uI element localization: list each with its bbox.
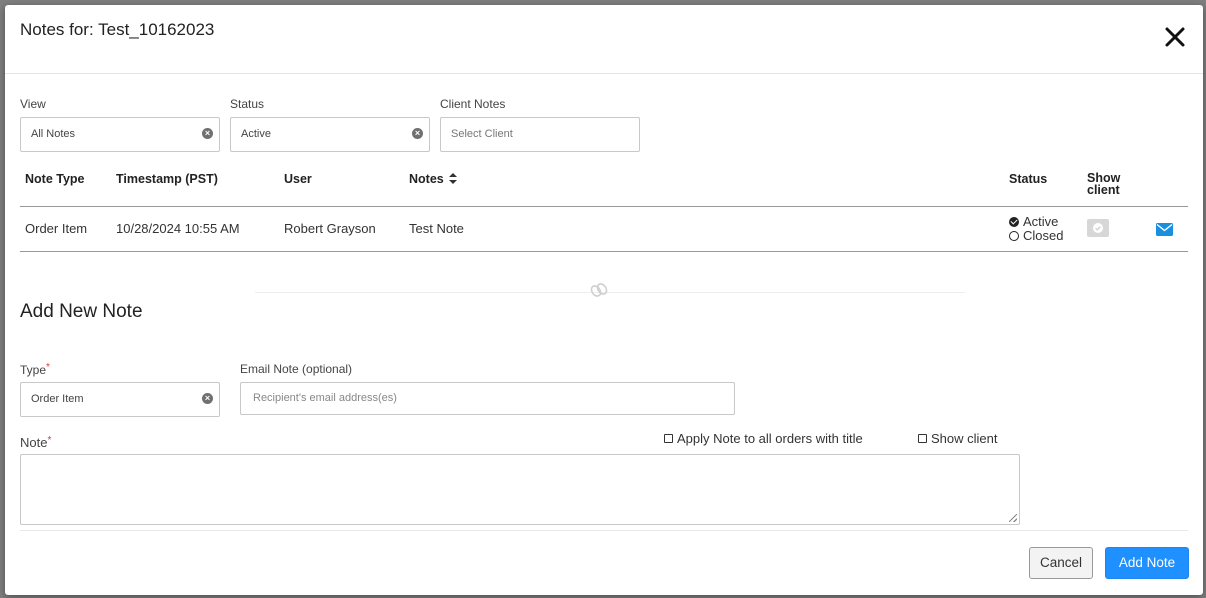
status-select[interactable]: Active × (230, 117, 430, 152)
status-option-closed-label: Closed (1023, 228, 1064, 243)
section-divider (255, 292, 965, 293)
col-show-client-line2: client (1087, 183, 1120, 197)
required-marker: * (47, 435, 52, 446)
cell-user: Robert Grayson (284, 221, 376, 236)
client-notes-label: Client Notes (440, 97, 506, 111)
radio-empty-icon (1009, 231, 1019, 241)
note-textarea[interactable] (20, 454, 1020, 525)
client-select-placeholder: Select Client (451, 128, 513, 140)
show-client-label: Show client (931, 431, 998, 446)
close-icon (1165, 27, 1185, 47)
checkbox-empty-icon (918, 434, 927, 443)
type-label-text: Type (20, 363, 47, 377)
col-user: User (284, 172, 312, 186)
type-label: Type* (20, 362, 50, 377)
status-option-active[interactable]: Active (1009, 214, 1058, 229)
table-row-divider (20, 251, 1188, 252)
col-timestamp: Timestamp (PST) (116, 172, 218, 186)
modal-title: Notes for: Test_10162023 (20, 20, 215, 39)
notes-modal: Notes for: Test_10162023 View All Notes … (5, 5, 1203, 595)
col-note-type: Note Type (25, 172, 85, 186)
show-client-toggle[interactable] (1087, 219, 1109, 237)
clear-circle-icon[interactable]: × (412, 128, 423, 139)
checkbox-empty-icon (664, 434, 673, 443)
cell-notes: Test Note (409, 221, 464, 236)
col-notes-label: Notes (409, 172, 444, 186)
note-label: Note* (20, 435, 51, 450)
resize-handle-icon[interactable] (1009, 514, 1017, 522)
show-client-checkbox[interactable]: Show client (918, 431, 997, 446)
table-header-divider (20, 206, 1188, 207)
sort-icon (449, 173, 458, 184)
status-filter-label: Status (230, 97, 265, 111)
add-note-button[interactable]: Add Note (1105, 547, 1189, 579)
status-option-active-label: Active (1023, 214, 1059, 229)
header-divider (5, 73, 1203, 74)
col-notes[interactable]: Notes (409, 172, 458, 186)
radio-checked-icon (1009, 217, 1019, 227)
view-select[interactable]: All Notes × (20, 117, 220, 152)
add-note-title: Add New Note (20, 301, 143, 322)
required-marker: * (46, 362, 50, 373)
type-select[interactable]: Order Item × (20, 382, 220, 417)
col-show-client: Show client (1087, 172, 1120, 197)
footer-divider (20, 530, 1188, 531)
link-icon (589, 282, 609, 303)
status-select-value: Active (241, 128, 271, 140)
cell-note-type: Order Item (25, 221, 88, 236)
apply-all-checkbox[interactable]: Apply Note to all orders with title (664, 431, 863, 446)
view-label: View (20, 97, 46, 111)
col-status: Status (1009, 172, 1048, 186)
clear-circle-icon[interactable]: × (202, 393, 213, 404)
apply-all-label: Apply Note to all orders with title (677, 431, 863, 446)
envelope-icon[interactable] (1156, 223, 1173, 241)
cell-timestamp: 10/28/2024 10:55 AM (116, 221, 240, 236)
view-select-value: All Notes (31, 128, 76, 140)
cancel-button[interactable]: Cancel (1029, 547, 1093, 579)
email-recipient-input[interactable]: Recipient's email address(es) (240, 382, 735, 415)
email-note-label: Email Note (optional) (240, 362, 353, 376)
email-recipient-placeholder: Recipient's email address(es) (253, 392, 397, 404)
clear-circle-icon[interactable]: × (202, 128, 213, 139)
note-label-text: Note (20, 435, 48, 450)
status-option-closed[interactable]: Closed (1009, 228, 1063, 243)
type-select-value: Order Item (31, 393, 84, 405)
check-circle-icon (1093, 223, 1103, 233)
close-button[interactable] (1163, 25, 1187, 49)
client-select[interactable]: Select Client (440, 117, 640, 152)
